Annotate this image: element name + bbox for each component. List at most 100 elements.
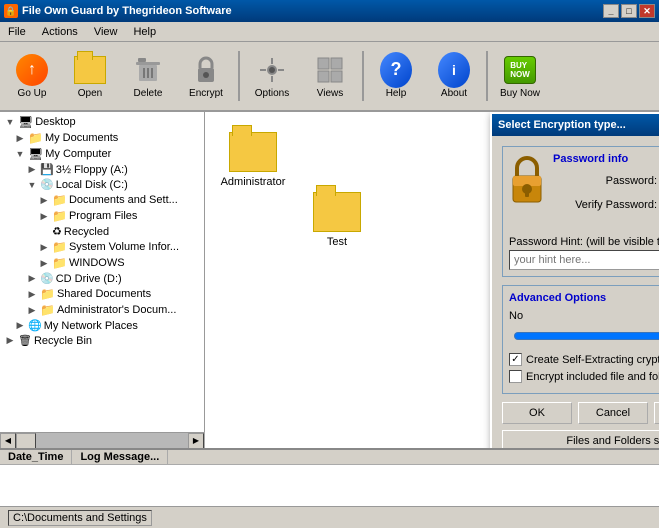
expand-network: ▶ — [14, 320, 26, 331]
menu-file[interactable]: File — [4, 25, 30, 39]
tree-item-network[interactable]: ▶ 🌐 My Network Places — [2, 318, 202, 333]
menu-help[interactable]: Help — [129, 25, 160, 39]
create-archive-checkbox[interactable]: ✓ — [509, 353, 522, 366]
close-button[interactable]: ✕ — [639, 4, 655, 18]
cd-icon: 💿 — [40, 272, 54, 285]
title-bar: 🔒 File Own Guard by Thegrideon Software … — [0, 0, 659, 22]
window-title: File Own Guard by Thegrideon Software — [22, 5, 232, 17]
cancel-button[interactable]: Cancel — [578, 402, 648, 424]
recycle-bin-icon: 🗑 — [18, 334, 32, 347]
password-fields: Password info Password: Verify Password: — [553, 153, 659, 232]
dialog-title-bar: Select Encryption type... ? ✕ — [492, 114, 659, 136]
hdd-icon: 💿 — [40, 178, 54, 191]
tree-item-local-disk[interactable]: ▼ 💿 Local Disk (C:) — [2, 177, 202, 192]
lock-icon-container — [509, 153, 545, 207]
compression-slider[interactable] — [513, 328, 659, 344]
help-circle: ? — [380, 52, 412, 88]
folder-icon-program-files: 📁 — [52, 209, 67, 223]
go-up-button[interactable]: ↑ Go Up — [4, 46, 60, 106]
file-item-administrator[interactable]: Administrator — [213, 120, 293, 200]
open-button[interactable]: Open — [62, 46, 118, 106]
toolbar-sep1 — [238, 51, 240, 101]
tree-item-program-files[interactable]: ▶ 📁 Program Files — [2, 208, 202, 224]
encrypt-label: Encrypt — [189, 88, 223, 99]
menu-view[interactable]: View — [90, 25, 122, 39]
show-password-row: Show Password — [553, 219, 659, 232]
log-col-datetime: Date_Time — [0, 450, 72, 464]
folder-icon-shared-docs: 📁 — [40, 287, 55, 301]
tree-item-admin-docs[interactable]: ▶ 📁 Administrator's Docum... — [2, 302, 202, 318]
options-label: Options — [255, 88, 289, 99]
delete-button[interactable]: Delete — [120, 46, 176, 106]
computer-icon: 🖥 — [28, 147, 43, 161]
tree-item-recycle-bin[interactable]: ▶ 🗑 Recycle Bin — [2, 333, 202, 348]
tree-item-sysvolume[interactable]: ▶ 📁 System Volume Infor... — [2, 239, 202, 255]
options-dialog-button[interactable]: Options... — [654, 402, 659, 424]
folder-icon-admin-docs: 📁 — [40, 303, 55, 317]
status-path: C:\Documents and Settings — [8, 510, 152, 526]
tree-item-windows[interactable]: ▶ 📁 WINDOWS — [2, 255, 202, 271]
views-svg — [314, 54, 346, 86]
files-folders-button[interactable]: Files and Folders selected for encryptio… — [502, 430, 659, 448]
expand-sysvolume: ▶ — [38, 242, 50, 253]
ok-button[interactable]: OK — [502, 402, 572, 424]
title-bar-left: 🔒 File Own Guard by Thegrideon Software — [4, 4, 232, 18]
tree-item-docs-settings[interactable]: ▶ 📁 Documents and Sett... — [2, 192, 202, 208]
file-tree: ▼ 🖥 Desktop ▶ 📁 My Documents ▼ 🖥 My Comp… — [0, 112, 205, 432]
about-circle: i — [438, 52, 470, 88]
file-label-test: Test — [327, 236, 347, 248]
hint-row: Password Hint: (will be visible to all !… — [509, 236, 659, 270]
encrypt-names-checkbox[interactable] — [509, 370, 522, 383]
scroll-thumb[interactable] — [16, 433, 36, 449]
file-content-panel: Administrator Test Select Encryption typ… — [205, 112, 659, 448]
toolbar-sep3 — [486, 51, 488, 101]
tree-item-my-computer[interactable]: ▼ 🖥 My Computer — [2, 146, 202, 162]
scroll-left-btn[interactable]: ◀ — [0, 433, 16, 449]
encryption-dialog: Select Encryption type... ? ✕ — [490, 112, 659, 448]
minimize-button[interactable]: _ — [603, 4, 619, 18]
file-item-test[interactable]: Test — [297, 180, 377, 260]
tree-item-my-documents[interactable]: ▶ 📁 My Documents — [2, 130, 202, 146]
log-area: Date_Time Log Message... — [0, 448, 659, 506]
folder-icon-my-docs: 📁 — [28, 131, 43, 145]
log-col-message: Log Message... — [72, 450, 168, 464]
tree-label-admin-docs: Administrator's Docum... — [57, 304, 176, 316]
toolbar: ↑ Go Up Open Delete — [0, 42, 659, 112]
expand-admin-docs: ▶ — [26, 305, 38, 316]
file-label-administrator: Administrator — [221, 176, 286, 188]
menu-actions[interactable]: Actions — [38, 25, 82, 39]
menu-bar: File Actions View Help — [0, 22, 659, 42]
scroll-right-btn[interactable]: ▶ — [188, 433, 204, 449]
tree-item-cd-drive[interactable]: ▶ 💿 CD Drive (D:) — [2, 271, 202, 286]
expand-local-disk: ▼ — [26, 180, 38, 190]
password-section-title: Password info — [553, 153, 659, 165]
expand-my-computer: ▼ — [14, 149, 26, 159]
hint-input[interactable] — [509, 250, 659, 270]
expand-my-docs: ▶ — [14, 133, 26, 144]
delete-svg — [132, 54, 164, 86]
checkbox2-label: Encrypt included file and folder names. — [526, 371, 659, 383]
views-label: Views — [317, 88, 344, 99]
tree-item-desktop[interactable]: ▼ 🖥 Desktop — [2, 114, 202, 130]
help-button[interactable]: ? Help — [368, 46, 424, 106]
encrypt-button[interactable]: Encrypt — [178, 46, 234, 106]
floppy-icon: 💾 — [40, 163, 54, 176]
tree-item-shared-docs[interactable]: ▶ 📁 Shared Documents — [2, 286, 202, 302]
encrypt-svg — [190, 54, 222, 86]
views-button[interactable]: Views — [302, 46, 358, 106]
advanced-title: Advanced Options — [509, 292, 659, 304]
options-button[interactable]: Options — [244, 46, 300, 106]
password-section-suffix: info — [605, 153, 628, 165]
folder-icon-windows: 📁 — [52, 256, 67, 270]
tree-item-floppy[interactable]: ▶ 💾 3½ Floppy (A:) — [2, 162, 202, 177]
tree-item-recycled[interactable]: ♻ Recycled — [2, 224, 202, 239]
about-button[interactable]: i About — [426, 46, 482, 106]
buynow-button[interactable]: BUYNOW Buy Now — [492, 46, 548, 106]
expand-cd-drive: ▶ — [26, 273, 38, 284]
dialog-title-text: Select Encryption type... — [498, 119, 626, 131]
tree-label-recycle-bin: Recycle Bin — [34, 335, 92, 347]
maximize-button[interactable]: □ — [621, 4, 637, 18]
folder-shape-test — [313, 192, 361, 232]
open-label: Open — [78, 88, 102, 99]
tree-label-sysvolume: System Volume Infor... — [69, 241, 179, 253]
